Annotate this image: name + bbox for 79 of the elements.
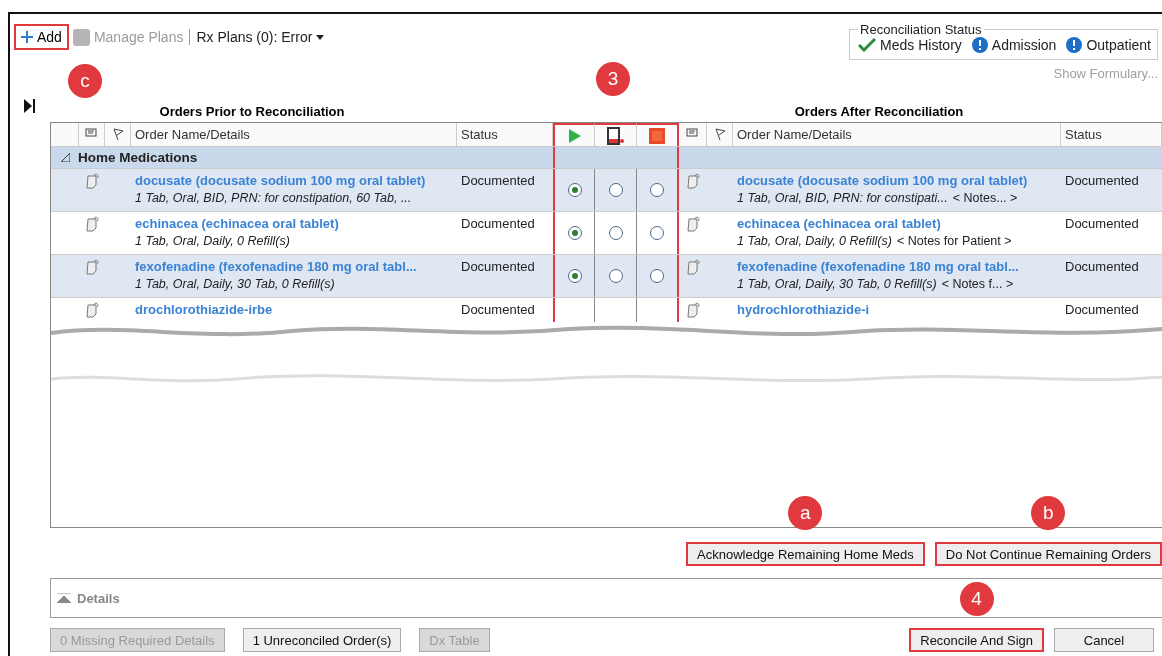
prescription-icon [84, 302, 100, 318]
flag-icon [111, 128, 124, 141]
radio-button[interactable] [650, 269, 664, 283]
expander-icon [61, 153, 70, 162]
order-name[interactable]: fexofenadine (fexofenadine 180 mg oral tabl... [737, 259, 1057, 274]
step-marker: 4 [959, 582, 994, 616]
column-header: Status [1061, 123, 1162, 146]
order-name[interactable]: echinacea (echinacea oral tablet) [135, 216, 453, 231]
check-icon [858, 38, 877, 52]
action-button[interactable]: Acknowledge Remaining Home Meds [686, 542, 925, 566]
order-name[interactable]: echinacea (echinacea oral tablet) [737, 216, 1057, 231]
order-status: Documented [1065, 259, 1140, 274]
footer-button[interactable]: 1 Unreconciled Order(s) [242, 628, 402, 652]
radio-button[interactable] [567, 226, 582, 240]
flag-icon [713, 128, 726, 141]
radio-button[interactable] [567, 183, 582, 197]
order-details: 1 Tab, Oral, Daily, 30 Tab, 0 Refill(s) [737, 277, 937, 291]
order-status: Documented [461, 302, 536, 317]
footer-button[interactable]: Reconcile And Sign [909, 628, 1044, 652]
step-marker: a [788, 496, 823, 530]
order-status: Documented [1065, 216, 1140, 231]
section-title: Orders After Reconciliation [793, 104, 965, 121]
add-button[interactable]: Add [16, 26, 67, 48]
order-name[interactable]: hydrochlorothiazide-i [737, 302, 1057, 317]
prescription-icon [685, 216, 701, 232]
order-details: 1 Tab, Oral, BID, PRN: for constipation, 60 Tab, ... [135, 191, 413, 205]
status-label: Admission [991, 37, 1057, 53]
order-name[interactable]: docusate (docusate sodium 100 mg oral tablet) [135, 173, 453, 188]
status-label: Meds History [880, 37, 962, 53]
column-header: Order Name/Details [131, 123, 457, 146]
step-marker: 3 [596, 62, 630, 96]
details-label: Details [77, 590, 120, 606]
prescription-icon [84, 259, 100, 275]
action-button[interactable]: Do Not Continue Remaining Orders [934, 542, 1162, 566]
prescription-icon [685, 259, 701, 275]
group-header[interactable]: Home Medications [51, 147, 198, 168]
collapse-panel-icon[interactable] [24, 99, 36, 113]
prescription-icon [84, 216, 100, 232]
column-header: Order Name/Details [733, 123, 1061, 146]
order-details: 1 Tab, Oral, Daily, 0 Refill(s) [737, 234, 892, 248]
radio-button[interactable] [608, 226, 623, 240]
stop-icon [649, 127, 665, 144]
radio-button[interactable] [567, 269, 582, 283]
section-title: Orders Prior to Reconciliation [158, 104, 346, 121]
column-header: Status [457, 123, 553, 146]
footer-button[interactable]: Cancel [1054, 628, 1154, 652]
prescription-icon [84, 173, 100, 189]
plans-icon [72, 28, 90, 46]
caret-icon [316, 34, 325, 40]
notes-link[interactable]: < Notes... > [952, 191, 1018, 205]
step-marker: b [1031, 496, 1066, 530]
order-name[interactable]: drochlorothiazide-irbe [135, 302, 453, 317]
prescription-icon [685, 173, 701, 189]
order-status: Documented [1065, 302, 1140, 317]
order-status: Documented [1065, 173, 1140, 188]
radio-button[interactable] [650, 183, 664, 197]
play-icon [567, 127, 582, 144]
status-label: Outpatient [1086, 37, 1151, 53]
order-details: 1 Tab, Oral, Daily, 0 Refill(s) [135, 234, 291, 248]
rx-plans-dropdown[interactable]: Rx Plans (0): Error [196, 29, 325, 45]
alert-icon [1066, 37, 1083, 53]
radio-button[interactable] [608, 269, 623, 283]
order-details: 1 Tab, Oral, Daily, 30 Tab, 0 Refill(s) [135, 277, 336, 291]
alert-icon [971, 37, 988, 53]
order-status: Documented [461, 259, 536, 274]
order-status: Documented [461, 216, 536, 231]
prescription-icon [685, 302, 701, 318]
radio-button[interactable] [650, 226, 664, 240]
panel-title: Reconciliation Status [859, 22, 983, 37]
radio-button[interactable] [608, 183, 623, 197]
notes-link[interactable]: < Notes for Patient > [896, 234, 1012, 248]
plus-icon [21, 31, 33, 43]
expand-icon [57, 593, 71, 603]
order-name[interactable]: fexofenadine (fexofenadine 180 mg oral tabl... [135, 259, 453, 274]
notes-link[interactable]: < Notes f... > [941, 277, 1014, 291]
order-details: 1 Tab, Oral, BID, PRN: for constipati... [737, 191, 948, 205]
step-marker: c [68, 64, 102, 98]
order-status: Documented [461, 173, 536, 188]
order-name[interactable]: docusate (docusate sodium 100 mg oral tablet) [737, 173, 1057, 188]
